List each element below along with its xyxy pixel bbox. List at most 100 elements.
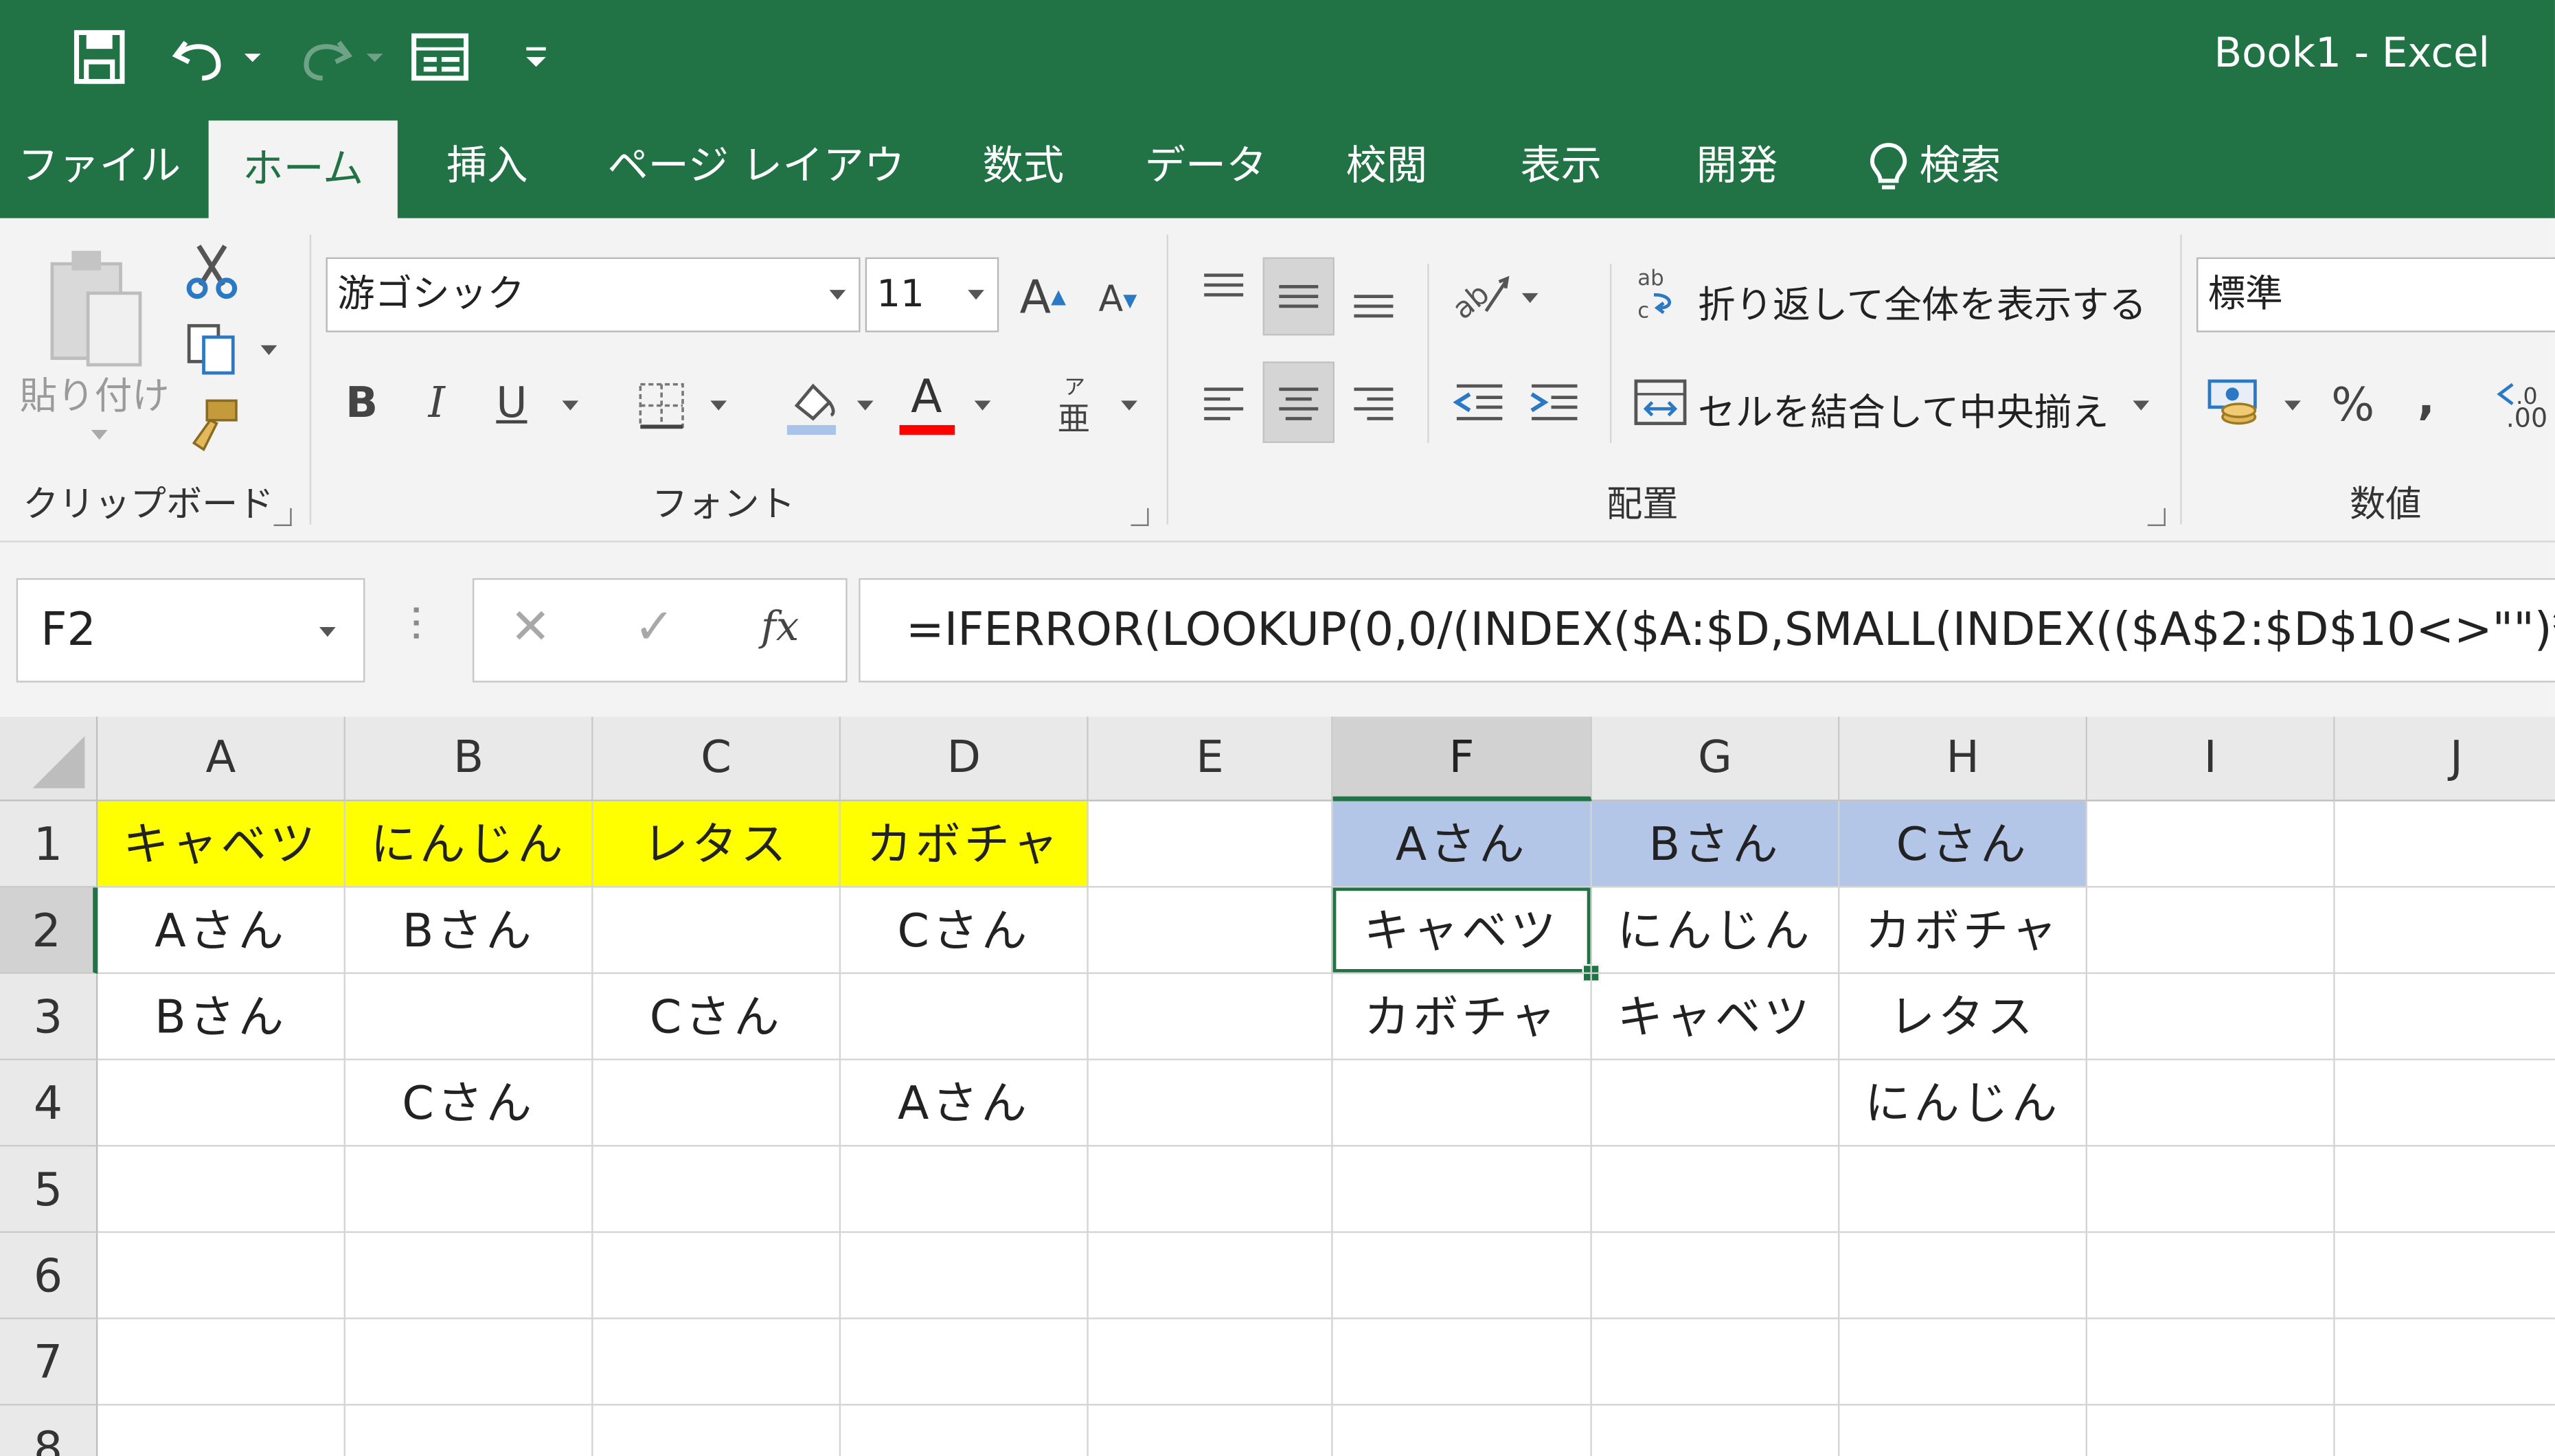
cell-f1[interactable]: Aさん (1332, 801, 1592, 888)
align-center-icon[interactable] (1262, 361, 1335, 444)
align-right-icon[interactable] (1339, 365, 1408, 440)
font-size-dropdown-icon[interactable] (968, 290, 984, 300)
undo-dropdown-icon[interactable] (238, 23, 267, 91)
accounting-dropdown-icon[interactable] (2284, 400, 2301, 411)
column-header-d[interactable]: D (841, 716, 1089, 801)
cell-b3[interactable] (345, 974, 593, 1060)
cell-b2[interactable]: Bさん (345, 887, 593, 975)
cell-a6[interactable] (98, 1233, 345, 1319)
copy-icon[interactable] (183, 316, 241, 381)
select-all-button[interactable] (0, 716, 98, 801)
cell-i8[interactable] (2087, 1405, 2335, 1456)
redo-dropdown-icon[interactable] (360, 23, 389, 91)
cell-i2[interactable] (2087, 887, 2335, 975)
formula-input[interactable]: =IFERROR(LOOKUP(0,0/(INDEX($A:$D,SMALL(I… (859, 578, 2555, 683)
grow-font-button[interactable]: A ▲ (1014, 260, 1072, 332)
cell-g7[interactable] (1591, 1319, 1840, 1406)
cell-h2[interactable]: カボチャ (1839, 887, 2088, 975)
cell-a4[interactable] (98, 1060, 345, 1147)
cell-c3[interactable]: Cさん (593, 974, 841, 1060)
merge-center-button[interactable]: セルを結合して中央揃え (1698, 381, 2109, 437)
font-launcher-icon[interactable] (1131, 508, 1149, 526)
cell-e7[interactable] (1088, 1319, 1333, 1406)
row-header-5[interactable]: 5 (0, 1146, 98, 1233)
wrap-text-button[interactable]: 折り返して全体を表示する (1698, 273, 2146, 329)
tab-file[interactable]: ファイル (16, 114, 183, 218)
cell-a1[interactable]: キャベツ (98, 801, 345, 888)
cell-b8[interactable] (345, 1405, 593, 1456)
cancel-icon[interactable]: ✕ (510, 600, 552, 657)
clipboard-launcher-icon[interactable] (273, 508, 292, 526)
undo-icon[interactable] (170, 23, 231, 91)
cell-c4[interactable] (593, 1060, 841, 1147)
cell-i3[interactable] (2087, 974, 2335, 1060)
column-header-b[interactable]: B (345, 716, 593, 801)
tab-developer[interactable]: 開発 (1675, 114, 1799, 218)
cell-g8[interactable] (1592, 1405, 1840, 1456)
font-color-button[interactable]: A (893, 368, 962, 443)
form-icon[interactable] (411, 23, 469, 91)
column-header-e[interactable]: E (1088, 716, 1333, 801)
merge-center-icon[interactable] (1629, 368, 1691, 437)
save-icon[interactable] (69, 23, 130, 91)
customize-qat-icon[interactable] (518, 23, 554, 91)
orientation-dropdown-icon[interactable] (1521, 293, 1538, 304)
fill-color-icon[interactable] (779, 372, 844, 440)
tab-review[interactable]: 校閲 (1326, 114, 1447, 218)
cell-a3[interactable]: Bさん (98, 974, 345, 1060)
redo-icon[interactable] (293, 23, 355, 91)
cell-i5[interactable] (2087, 1146, 2335, 1233)
font-color-dropdown-icon[interactable] (974, 400, 991, 411)
name-box[interactable]: F2 (16, 578, 365, 683)
cell-b1[interactable]: にんじん (345, 801, 593, 888)
cell-h7[interactable] (1839, 1319, 2088, 1406)
cut-icon[interactable] (183, 238, 241, 303)
number-format-box[interactable]: 標準 (2196, 257, 2555, 332)
tab-insert[interactable]: 挿入 (420, 114, 554, 218)
italic-button[interactable]: I (407, 372, 466, 437)
tab-search[interactable]: 検索 (1867, 114, 2030, 218)
cell-a7[interactable] (98, 1319, 345, 1406)
cell-h3[interactable]: レタス (1839, 974, 2088, 1060)
cell-d2[interactable]: Cさん (841, 887, 1089, 975)
cell-b7[interactable] (345, 1319, 593, 1406)
paste-button[interactable] (30, 234, 160, 378)
cell-c7[interactable] (593, 1319, 841, 1406)
cell-c1[interactable]: レタス (593, 801, 841, 888)
row-header-3[interactable]: 3 (0, 974, 98, 1060)
bold-button[interactable]: B (332, 372, 391, 437)
cell-b6[interactable] (345, 1233, 593, 1319)
cell-j4[interactable] (2335, 1060, 2555, 1147)
cell-h1[interactable]: Cさん (1839, 801, 2088, 888)
row-header-2[interactable]: 2 (0, 887, 98, 975)
borders-dropdown-icon[interactable] (710, 400, 727, 411)
cell-f4[interactable] (1332, 1060, 1592, 1147)
increase-indent-icon[interactable] (1519, 365, 1590, 440)
cell-e6[interactable] (1088, 1233, 1333, 1319)
enter-icon[interactable]: ✓ (634, 600, 675, 657)
accounting-format-icon[interactable] (2200, 365, 2269, 440)
increase-decimal-icon[interactable]: .00.0 (2493, 368, 2555, 440)
cell-g4[interactable] (1591, 1060, 1840, 1147)
cell-i6[interactable] (2087, 1233, 2335, 1319)
borders-icon[interactable] (629, 374, 694, 436)
merge-center-dropdown-icon[interactable] (2133, 400, 2150, 411)
alignment-launcher-icon[interactable] (2147, 508, 2166, 526)
cell-g1[interactable]: Bさん (1591, 801, 1840, 888)
cell-c8[interactable] (593, 1405, 841, 1456)
cell-d5[interactable] (841, 1146, 1089, 1233)
cell-j2[interactable] (2335, 887, 2555, 975)
cell-d6[interactable] (841, 1233, 1089, 1319)
cell-d3[interactable] (841, 974, 1089, 1060)
paste-dropdown-icon[interactable] (91, 430, 108, 440)
column-header-f[interactable]: F (1332, 716, 1592, 801)
format-painter-icon[interactable] (183, 394, 241, 459)
cell-f7[interactable] (1332, 1319, 1592, 1406)
underline-dropdown-icon[interactable] (562, 400, 579, 411)
underline-button[interactable]: U (482, 372, 541, 437)
cell-b4[interactable]: Cさん (345, 1060, 593, 1147)
comma-style-button[interactable]: , (2402, 361, 2451, 433)
cell-a5[interactable] (98, 1146, 345, 1233)
cell-j5[interactable] (2335, 1146, 2555, 1233)
column-header-c[interactable]: C (593, 716, 841, 801)
